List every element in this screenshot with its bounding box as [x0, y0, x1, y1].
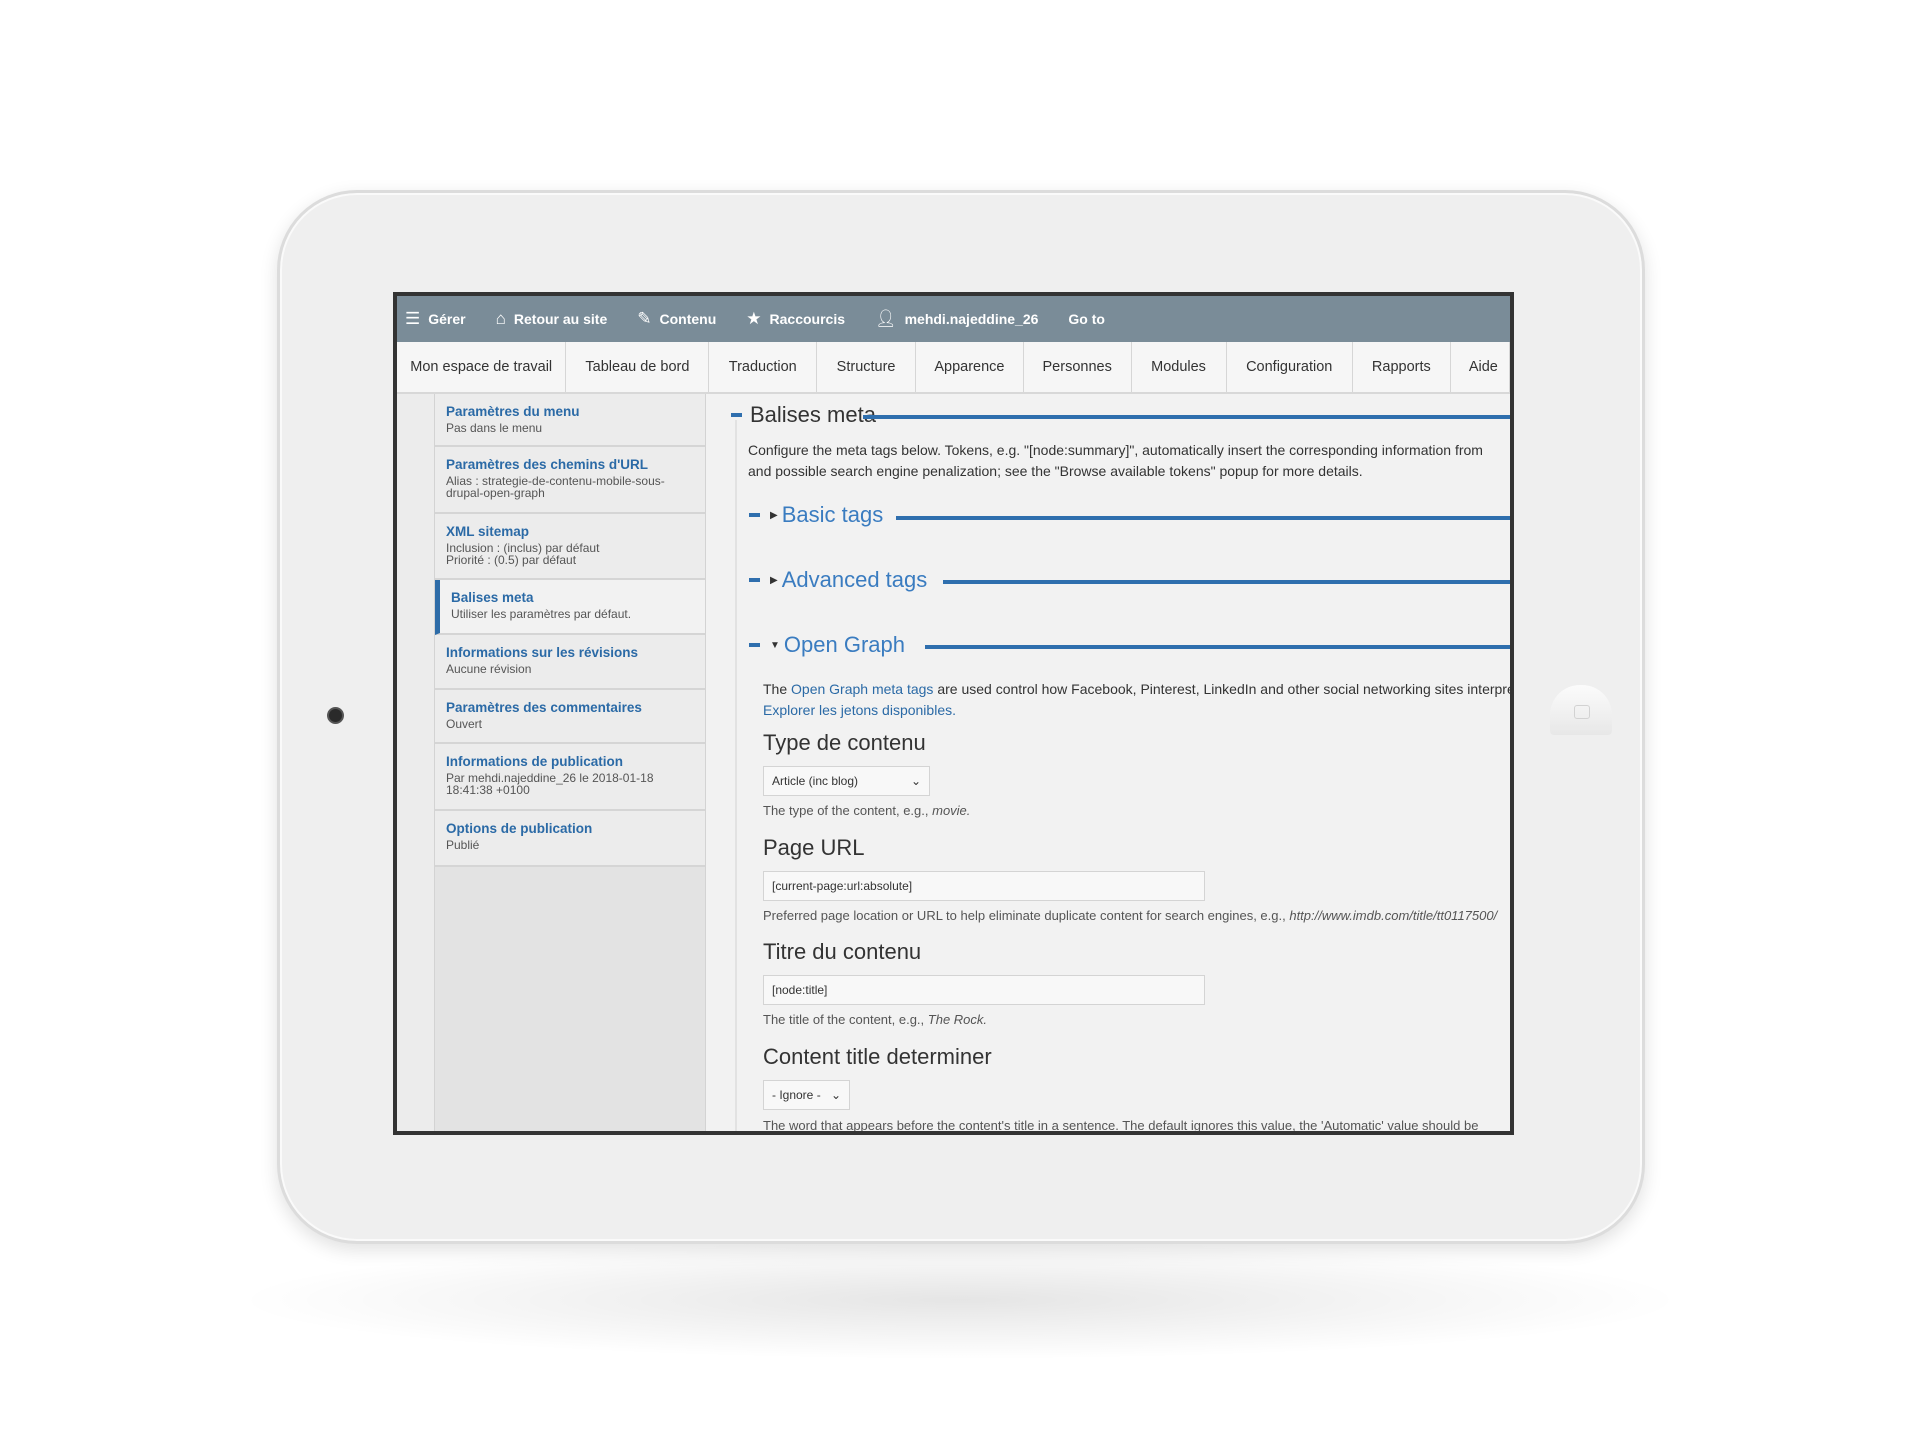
content-type-label: Type de contenu	[763, 730, 926, 755]
vtab-menu-settings[interactable]: Paramètres du menu Pas dans le menu	[435, 394, 705, 447]
tab-help[interactable]: Aide	[1451, 342, 1510, 392]
hamburger-icon: ☰	[405, 309, 421, 328]
tab-configuration[interactable]: Configuration	[1227, 342, 1353, 392]
title-determiner-help: The word that appears before the content…	[763, 1118, 1479, 1133]
content-title-help: The title of the content, e.g., The Rock…	[763, 1012, 988, 1027]
admin-tabs: Mon espace de travail Tableau de bord Tr…	[397, 342, 1510, 394]
triangle-right-icon: ▶	[770, 509, 778, 521]
triangle-right-icon: ▶	[770, 574, 778, 586]
description-line-2: and possible search engine penalization;…	[748, 463, 1363, 479]
tab-reports[interactable]: Rapports	[1353, 342, 1451, 392]
chevron-down-icon: ⌄	[830, 1088, 841, 1102]
toolbar-manage[interactable]: ☰ Gérer	[405, 309, 466, 329]
description-line-1: Configure the meta tags below. Tokens, e…	[748, 442, 1483, 458]
open-graph-toggle[interactable]: ▼ Open Graph	[749, 632, 905, 658]
vtab-url-alias[interactable]: Paramètres des chemins d'URL Alias : stra…	[435, 447, 705, 514]
vtab-authoring[interactable]: Informations de publication Par mehdi.naj…	[435, 744, 705, 811]
og-meta-tags-link[interactable]: Open Graph meta tags	[791, 681, 933, 697]
toolbar-content[interactable]: ✎ Contenu	[637, 309, 716, 329]
vtab-comments[interactable]: Paramètres des commentaires Ouvert	[435, 690, 705, 744]
page-url-help: Preferred page location or URL to help e…	[763, 908, 1498, 923]
tab-translation[interactable]: Traduction	[709, 342, 818, 392]
toolbar-go-to[interactable]: Go to	[1068, 311, 1105, 327]
content-type-select[interactable]: Article (inc blog) ⌄	[763, 766, 930, 796]
user-icon: 👤︎	[875, 309, 897, 328]
vertical-tabs: Paramètres du menu Pas dans le menu Param…	[434, 394, 706, 1131]
content-title-label: Titre du contenu	[763, 939, 922, 964]
legend-line	[896, 516, 1510, 520]
home-button[interactable]	[1550, 685, 1612, 735]
legend-line	[925, 645, 1510, 649]
vtab-revisions[interactable]: Informations sur les révisions Aucune rév…	[435, 635, 705, 690]
left-gutter	[397, 394, 434, 1131]
tab-structure[interactable]: Structure	[817, 342, 917, 392]
vtab-meta-tags[interactable]: Balises meta Utiliser les paramètres par …	[435, 580, 705, 635]
og-intro: The Open Graph meta tags are used contro…	[763, 681, 1514, 697]
admin-toolbar: ☰ Gérer ⌂ Retour au site ✎ Contenu ★ Raccour…	[397, 296, 1510, 342]
camera-icon	[327, 707, 344, 724]
tab-modules[interactable]: Modules	[1132, 342, 1227, 392]
edit-icon: ✎	[637, 309, 652, 328]
legend-line	[863, 415, 1510, 419]
fieldset-border	[735, 420, 737, 1131]
vtab-xml-sitemap[interactable]: XML sitemap Inclusion : (inclus) par défa…	[435, 514, 705, 580]
page-url-label: Page URL	[763, 835, 865, 860]
meta-tags-panel: Balises meta Configure the meta tags bel…	[706, 394, 1514, 1133]
dash	[749, 578, 760, 582]
fieldset-legend-meta: Balises meta	[731, 402, 876, 428]
star-icon: ★	[746, 309, 762, 328]
content-title-input[interactable]: [node:title]	[763, 975, 1205, 1005]
section-title: Balises meta	[750, 402, 876, 427]
page-url-input[interactable]: [current-page:url:absolute]	[763, 871, 1205, 901]
content-type-help: The type of the content, e.g., movie.	[763, 803, 971, 818]
tab-appearance[interactable]: Apparence	[916, 342, 1024, 392]
vtab-publishing-options[interactable]: Options de publication Publié	[435, 811, 705, 867]
home-button-icon	[1574, 705, 1590, 719]
tab-people[interactable]: Personnes	[1024, 342, 1132, 392]
toolbar-shortcuts[interactable]: ★ Raccourcis	[746, 309, 845, 329]
basic-tags-toggle[interactable]: ▶ Basic tags	[749, 502, 883, 528]
title-determiner-label: Content title determiner	[763, 1044, 992, 1069]
home-icon: ⌂	[495, 309, 506, 328]
legend-line	[943, 580, 1510, 584]
device-shadow	[230, 1240, 1690, 1360]
chevron-down-icon: ⌄	[910, 774, 921, 788]
title-determiner-select[interactable]: - Ignore - ⌄	[763, 1080, 850, 1110]
toolbar-user[interactable]: 👤︎ mehdi.najeddine_26	[875, 309, 1038, 329]
dash	[749, 643, 760, 647]
advanced-tags-toggle[interactable]: ▶ Advanced tags	[749, 567, 927, 593]
toolbar-back-to-site[interactable]: ⌂ Retour au site	[496, 309, 608, 329]
tab-workspace[interactable]: Mon espace de travail	[397, 342, 567, 392]
dash	[749, 513, 760, 517]
browse-tokens-link[interactable]: Explorer les jetons disponibles.	[763, 702, 956, 718]
screen: ☰ Gérer ⌂ Retour au site ✎ Contenu ★ Raccour…	[393, 292, 1514, 1135]
triangle-down-icon: ▼	[770, 639, 780, 651]
tab-dashboard[interactable]: Tableau de bord	[566, 342, 710, 392]
dash	[731, 413, 742, 417]
